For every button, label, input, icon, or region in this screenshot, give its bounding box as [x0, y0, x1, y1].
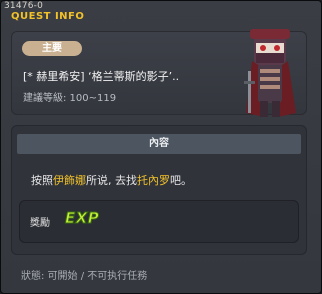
- recommended-level: 建議等級: 100~119: [23, 93, 117, 104]
- npc-link-1[interactable]: 伊飾娜: [53, 174, 86, 187]
- npc-link-2[interactable]: 托內罗: [137, 174, 170, 187]
- window-title: QUEST INFO: [11, 11, 85, 22]
- quest-name: [* 赫里希安] ‘格兰蒂斯的影子’..: [23, 70, 180, 83]
- desc-text-1: 按照: [31, 174, 53, 187]
- content-heading: 內容: [17, 134, 301, 154]
- quest-status: 狀態: 可開始 / 不可执行任務: [21, 271, 148, 282]
- quest-id: 31476-0: [4, 1, 44, 11]
- quest-content-panel: 內容 按照伊飾娜所说, 去找托內罗吧。 獎勵 EXP: [11, 125, 307, 255]
- exp-icon: EXP: [64, 209, 100, 228]
- quest-description: 按照伊飾娜所说, 去找托內罗吧。: [31, 172, 192, 188]
- desc-text-2: 所说, 去找: [86, 174, 137, 187]
- quest-info-window: 31476-0 QUEST INFO 主要 [* 赫里希安] ‘格兰蒂斯的影子’…: [0, 0, 322, 294]
- desc-text-3: 吧。: [170, 174, 192, 187]
- quest-type-badge: 主要: [22, 41, 82, 56]
- quest-summary-panel: 主要 [* 赫里希安] ‘格兰蒂斯的影子’.. 建議等級: 100~119: [11, 29, 307, 117]
- reward-box: 獎勵 EXP: [19, 200, 299, 243]
- npc-portrait-icon: [244, 29, 296, 117]
- reward-label: 獎勵: [30, 218, 50, 229]
